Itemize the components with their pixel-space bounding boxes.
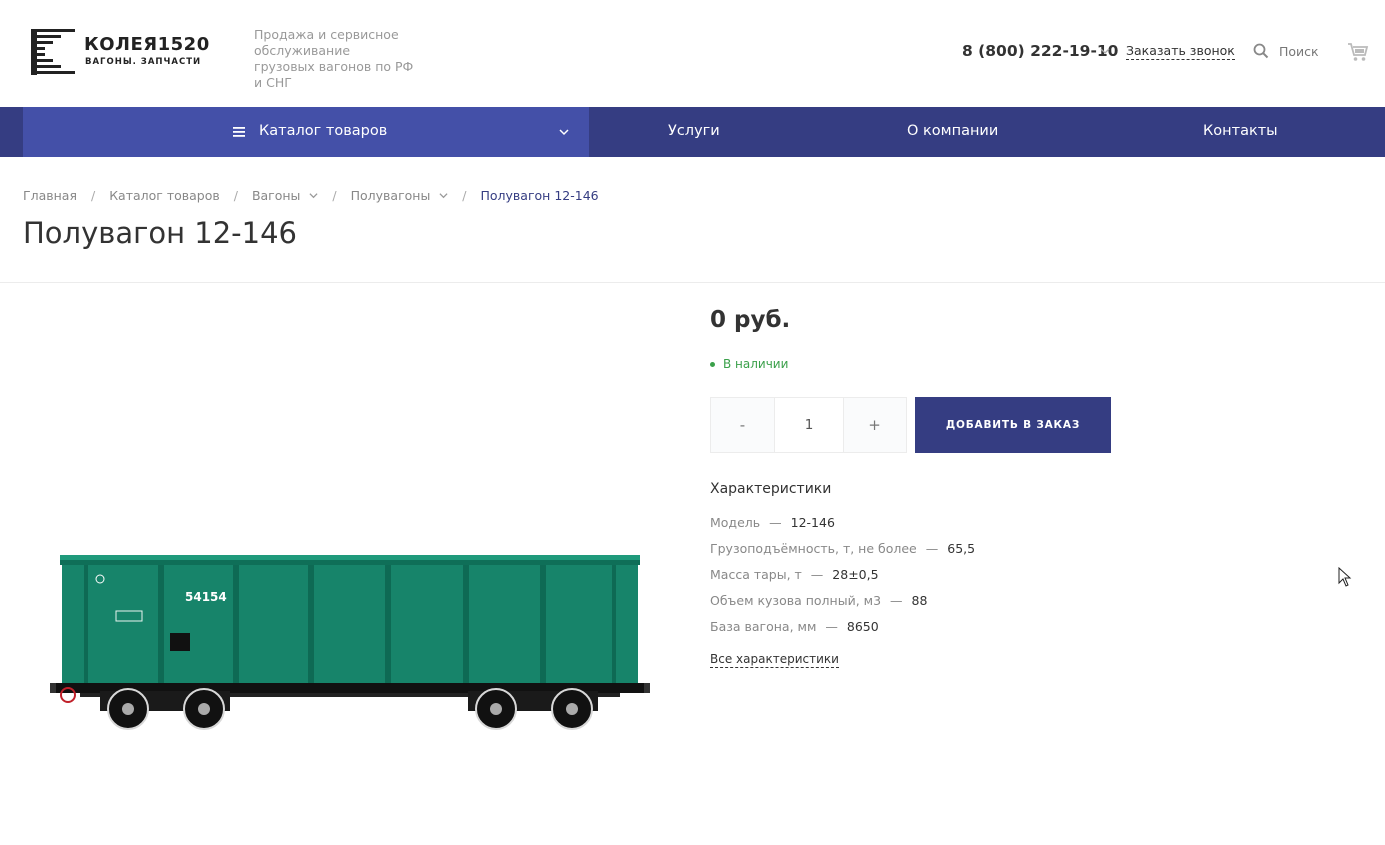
phone-number[interactable]: 8 (800) 222-19-10 [962, 42, 1118, 60]
characteristic-separator: — [890, 593, 903, 608]
logo-subtitle: ВАГОНЫ. ЗАПЧАСТИ [85, 57, 202, 67]
add-to-order-button[interactable]: ДОБАВИТЬ В ЗАКАЗ [915, 397, 1111, 453]
page-title: Полувагон 12-146 [23, 216, 297, 250]
divider [0, 282, 1385, 283]
nav-item-services[interactable]: Услуги [668, 123, 720, 139]
characteristic-name: Объем кузова полный, м3 [710, 593, 882, 608]
characteristics-title: Характеристики [710, 481, 832, 497]
characteristic-row: Грузоподъёмность, т, не более — 65,5 [710, 540, 975, 566]
callback-link[interactable]: Заказать звонок [1126, 43, 1235, 60]
quantity-decrease-button[interactable]: - [711, 398, 774, 452]
quantity-input[interactable] [774, 398, 844, 452]
characteristic-row: Объем кузова полный, м3 — 88 [710, 592, 975, 618]
chevron-down-icon[interactable] [309, 191, 318, 200]
characteristic-row: Модель — 12-146 [710, 514, 975, 540]
characteristics-list: Модель — 12-146 Грузоподъёмность, т, не бо… [710, 514, 975, 644]
breadcrumb: Главная / Каталог товаров / Вагоны / Пол… [23, 187, 599, 203]
characteristic-separator: — [825, 619, 838, 634]
breadcrumb-item-wagons[interactable]: Вагоны [252, 188, 301, 203]
breadcrumb-item-gondolas[interactable]: Полувагоны [351, 188, 431, 203]
main-nav: Каталог товаров Услуги О компании Контак… [0, 107, 1385, 157]
characteristic-separator: — [810, 567, 824, 582]
nav-item-contacts[interactable]: Контакты [1203, 123, 1278, 139]
chevron-down-icon [559, 129, 569, 136]
breadcrumb-separator: / [90, 188, 96, 203]
nav-item-about[interactable]: О компании [907, 123, 998, 139]
quantity-stepper: - + [710, 397, 907, 453]
characteristic-separator: — [769, 515, 782, 530]
chevron-down-icon[interactable] [1100, 46, 1110, 56]
breadcrumb-item-catalog[interactable]: Каталог товаров [109, 188, 220, 203]
characteristic-value: 28±0,5 [832, 567, 879, 582]
characteristic-separator: — [925, 541, 939, 556]
breadcrumb-separator: / [233, 188, 238, 203]
characteristic-name: Модель [710, 515, 761, 530]
nav-catalog-label: Каталог товаров [259, 123, 388, 139]
characteristic-value: 8650 [846, 619, 879, 634]
logo-mark-icon [31, 29, 75, 75]
breadcrumb-current: Полувагон 12-146 [480, 188, 599, 203]
chevron-down-icon[interactable] [439, 191, 448, 200]
characteristic-name: Масса тары, т [710, 567, 802, 582]
all-characteristics-link[interactable]: Все характеристики [710, 652, 839, 668]
characteristic-name: База вагона, мм [710, 619, 817, 634]
car-number: 54154 [185, 590, 227, 604]
mouse-cursor-icon [1338, 567, 1352, 587]
breadcrumb-separator: / [462, 188, 467, 203]
stock-status: В наличии [710, 357, 788, 371]
search-label[interactable]: Поиск [1279, 44, 1319, 59]
product-price: 0 руб. [710, 307, 791, 333]
stock-dot-icon [710, 362, 715, 367]
product-image[interactable]: 54154 [50, 545, 650, 740]
characteristic-name: Грузоподъёмность, т, не более [710, 541, 917, 556]
header-tagline: Продажа и сервисное обслуживание грузовы… [254, 27, 414, 90]
cart-icon[interactable] [1347, 41, 1369, 63]
search-icon[interactable] [1253, 43, 1269, 59]
logo-name: КОЛЕЯ1520 [84, 34, 210, 55]
breadcrumb-separator: / [332, 188, 337, 203]
site-header: КОЛЕЯ1520 ВАГОНЫ. ЗАПЧАСТИ Продажа и сер… [0, 0, 1385, 107]
characteristic-value: 12-146 [790, 515, 835, 530]
quantity-increase-button[interactable]: + [843, 398, 906, 452]
characteristic-row: База вагона, мм — 8650 [710, 618, 975, 644]
stock-label: В наличии [723, 357, 789, 371]
characteristic-value: 88 [911, 593, 928, 608]
menu-icon [233, 127, 245, 137]
logo[interactable]: КОЛЕЯ1520 ВАГОНЫ. ЗАПЧАСТИ [31, 29, 221, 75]
nav-catalog-button[interactable]: Каталог товаров [23, 107, 589, 157]
characteristic-row: Масса тары, т — 28±0,5 [710, 566, 975, 592]
breadcrumb-item-home[interactable]: Главная [23, 188, 77, 203]
characteristic-value: 65,5 [947, 541, 976, 556]
